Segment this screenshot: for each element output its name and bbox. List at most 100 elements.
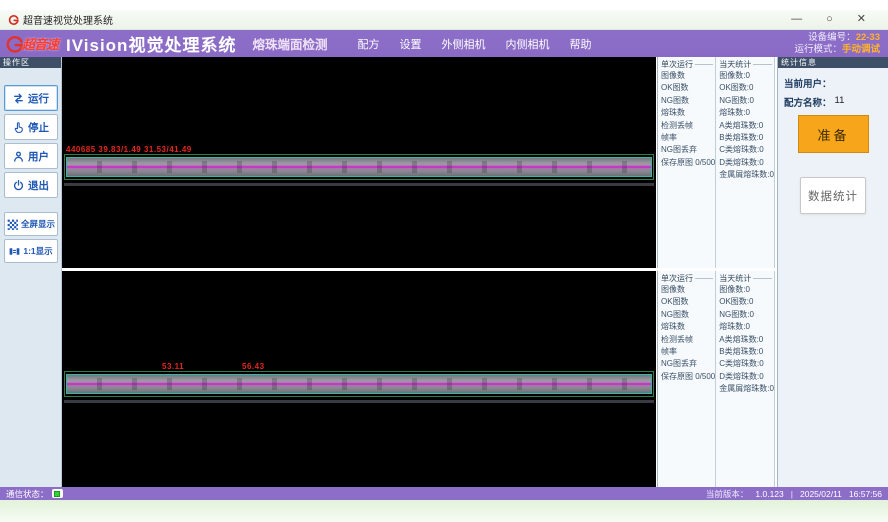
power-icon — [12, 179, 25, 192]
stat-row: 图像数:0 — [716, 70, 774, 82]
stat-row: NG图数 — [658, 95, 715, 107]
stop-button-label: 停止 — [28, 120, 49, 135]
stat-row: B类熔珠数:0 — [716, 346, 774, 358]
stat-row: 金属屑熔珠数:0 — [716, 169, 774, 181]
status-time: 16:57:56 — [849, 489, 882, 499]
maximize-button[interactable]: ○ — [826, 14, 833, 25]
stat-row: A类熔珠数:0 — [716, 334, 774, 346]
data-statistics-button[interactable]: 数据统计 — [800, 177, 866, 214]
run-mode-label: 运行模式： — [794, 44, 842, 55]
app-title: IVision视觉处理系统 — [66, 31, 236, 56]
fullscreen-display-label: 全屏显示 — [21, 218, 55, 230]
weld-beads-texture — [67, 378, 651, 390]
camera-viewport-bottom: 53.11 56.43 — [62, 271, 656, 487]
stat-row: 保存原图 0/500 — [658, 157, 715, 169]
stat-row: 熔珠数:0 — [716, 107, 774, 119]
stat-row: 金属屑熔珠数:0 — [716, 383, 774, 395]
stat-row: D类熔珠数:0 — [716, 371, 774, 383]
recipe-name-label: 配方名称： — [784, 95, 832, 109]
daily-stats-title: 当天统计 — [719, 273, 751, 284]
stat-row: 熔珠数:0 — [716, 321, 774, 333]
recipe-name-value: 11 — [835, 95, 845, 109]
menu-item-help[interactable]: 帮助 — [569, 36, 591, 52]
stat-row: NG图数:0 — [716, 309, 774, 321]
app-subtitle: 熔珠端面检测 — [252, 34, 327, 53]
window-title: 超音速视觉处理系统 — [23, 12, 113, 27]
stat-row: 检测丢帧 — [658, 334, 715, 346]
desktop-taskbar-strip — [0, 500, 888, 522]
single-run-title: 单次运行 — [661, 273, 693, 284]
single-run-column: 单次运行 图像数 OK图数 NG图数 熔珠数 检测丢帧 帧率 NG图丢弃 保存原… — [658, 271, 716, 487]
stat-row: 保存原图 0/500 — [658, 371, 715, 383]
stat-row: 帧率 — [658, 132, 715, 144]
stats-panel-bottom: 单次运行 图像数 OK图数 NG图数 熔珠数 检测丢帧 帧率 NG图丢弃 保存原… — [657, 271, 775, 487]
menu-item-outer-camera[interactable]: 外侧相机 — [441, 36, 485, 52]
stat-row: OK图数:0 — [716, 82, 774, 94]
stat-row: B类熔珠数:0 — [716, 132, 774, 144]
hand-stop-icon — [12, 121, 25, 134]
device-info: 设备编号： 22-33 运行模式： 手动调试 — [794, 32, 880, 55]
daily-stats-column: 当天统计 图像数:0 OK图数:0 NG图数:0 熔珠数:0 A类熔珠数:0 B… — [716, 57, 774, 268]
brand-name: 超音速 — [22, 34, 58, 53]
exit-button-label: 退出 — [28, 178, 49, 193]
status-date: 2025/02/11 — [800, 489, 842, 499]
stat-row: NG图丢弃 — [658, 144, 715, 156]
stat-row: 熔珠数 — [658, 107, 715, 119]
stat-row: OK图数 — [658, 82, 715, 94]
version-label: 当前版本： — [706, 488, 749, 500]
stat-row: OK图数 — [658, 296, 715, 308]
minimize-button[interactable]: — — [791, 14, 802, 25]
app-logo-icon — [8, 14, 19, 25]
menu-item-inner-camera[interactable]: 内侧相机 — [505, 36, 549, 52]
stop-button[interactable]: 停止 — [4, 114, 58, 140]
exit-button[interactable]: 退出 — [4, 172, 58, 198]
stat-row: NG图丢弃 — [658, 358, 715, 370]
separator: | — [791, 489, 793, 499]
user-button-label: 用户 — [28, 149, 49, 164]
one-to-one-display-button[interactable]: 1:1显示 — [4, 239, 58, 263]
stat-row: A类熔珠数:0 — [716, 120, 774, 132]
measurement-annotation: 440685 39.83/1.49 31.53/41.49 — [66, 145, 192, 154]
run-button-label: 运行 — [28, 91, 49, 106]
stat-row: 图像数 — [658, 70, 715, 82]
desktop: 超音速视觉处理系统 — ○ ✕ 超音速 IVision视觉处理系统 熔珠端面检测… — [0, 0, 888, 522]
fullscreen-display-button[interactable]: 全屏显示 — [4, 212, 58, 236]
stat-row: OK图数:0 — [716, 296, 774, 308]
run-button[interactable]: 运行 — [4, 85, 58, 111]
measurement-annotation-right: 56.43 — [242, 362, 265, 371]
main-menu: 配方 设置 外侧相机 内侧相机 帮助 — [357, 36, 591, 52]
detection-roi-outline — [64, 371, 654, 397]
stat-row: NG图数:0 — [716, 95, 774, 107]
user-button[interactable]: 用户 — [4, 143, 58, 169]
device-number-label: 设备编号： — [808, 32, 856, 43]
strip-shadow — [64, 183, 654, 186]
stat-row: 检测丢帧 — [658, 120, 715, 132]
stat-row: NG图数 — [658, 309, 715, 321]
version-info: 当前版本： 1.0.123 | 2025/02/11 16:57:56 — [706, 488, 882, 500]
weld-beads-texture — [67, 161, 651, 173]
camera-viewport-top: 440685 39.83/1.49 31.53/41.49 — [62, 57, 656, 268]
menu-item-settings[interactable]: 设置 — [399, 36, 421, 52]
run-mode-value: 手动调试 — [842, 44, 880, 55]
stat-row: C类熔珠数:0 — [716, 144, 774, 156]
close-button[interactable]: ✕ — [857, 14, 866, 25]
window-titlebar: 超音速视觉处理系统 — ○ ✕ — [0, 10, 888, 30]
weld-strip-image — [66, 374, 652, 394]
prepare-button[interactable]: 准备 — [798, 115, 869, 153]
stat-row: 图像数 — [658, 284, 715, 296]
single-run-title: 单次运行 — [661, 59, 693, 70]
daily-stats-column: 当天统计 图像数:0 OK图数:0 NG图数:0 熔珠数:0 A类熔珠数:0 B… — [716, 271, 774, 487]
stat-row: 图像数:0 — [716, 284, 774, 296]
sidebar-buttons: 运行 停止 用户 退出 — [0, 68, 61, 263]
menu-item-recipe[interactable]: 配方 — [357, 36, 379, 52]
comm-status-green-light — [54, 491, 60, 497]
measurement-annotation-left: 53.11 — [162, 362, 184, 371]
one-to-one-icon — [8, 245, 21, 258]
app-header: 超音速 IVision视觉处理系统 熔珠端面检测 配方 设置 外侧相机 内侧相机… — [0, 30, 888, 57]
user-icon — [12, 150, 25, 163]
window-controls: — ○ ✕ — [791, 14, 880, 25]
stats-panel-top: 单次运行 图像数 OK图数 NG图数 熔珠数 检测丢帧 帧率 NG图丢弃 保存原… — [657, 57, 775, 268]
run-loop-icon — [12, 92, 25, 105]
one-to-one-display-label: 1:1显示 — [23, 245, 52, 257]
fullscreen-checker-icon — [6, 218, 19, 231]
